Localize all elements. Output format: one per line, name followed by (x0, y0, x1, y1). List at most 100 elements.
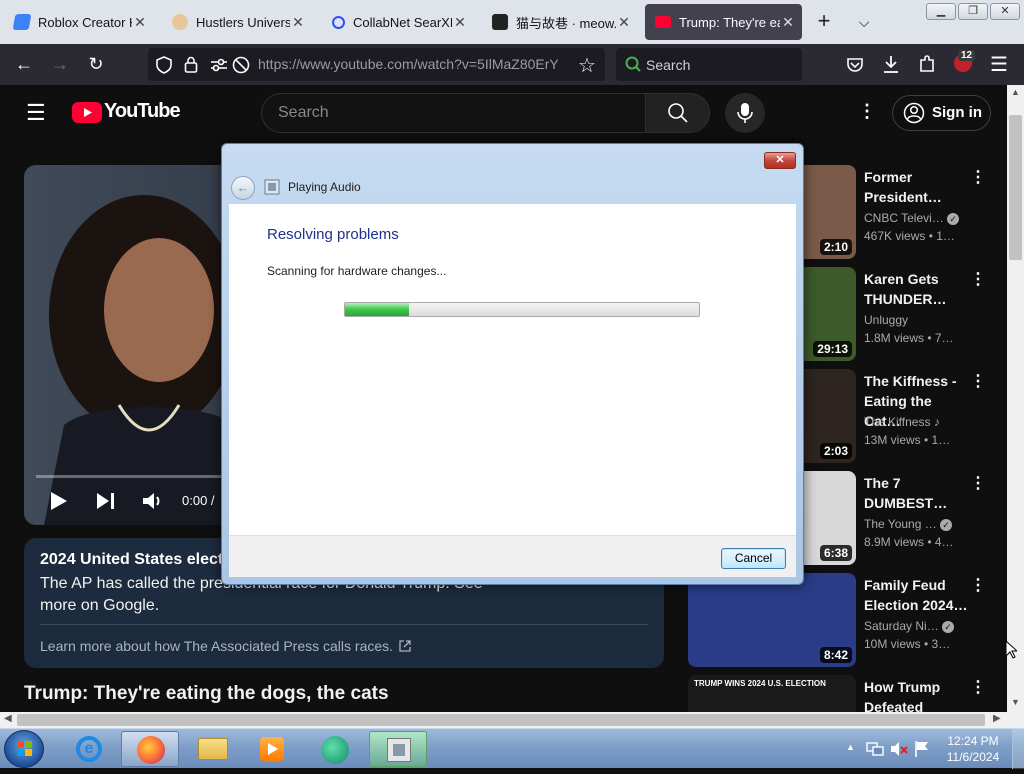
learn-more-link[interactable]: Learn more about how The Associated Pres… (40, 638, 393, 654)
scrollbar-thumb[interactable] (1009, 115, 1022, 260)
list-tabs-chevron-icon[interactable]: ⌵ (852, 10, 876, 34)
voice-search-button[interactable] (725, 93, 765, 133)
horizontal-scrollbar[interactable]: ◀ ▶ (0, 712, 1007, 728)
pocket-icon[interactable] (846, 56, 864, 74)
vertical-scrollbar[interactable]: ▲ ▼ (1007, 85, 1024, 712)
scroll-down-arrow-icon[interactable]: ▼ (1011, 697, 1020, 707)
play-icon[interactable] (50, 491, 68, 511)
youtube-search-button[interactable] (645, 93, 710, 133)
taskbar-firefox[interactable] (121, 731, 179, 767)
url-text[interactable]: https://www.youtube.com/watch?v=5IlMaZ80… (258, 56, 558, 72)
forward-arrow-icon[interactable]: → (44, 44, 76, 85)
youtube-logo-text[interactable]: YouTube (104, 100, 181, 123)
scrollbar-thumb[interactable] (17, 714, 985, 726)
close-icon[interactable]: ✕ (290, 14, 306, 31)
tab-roblox[interactable]: Roblox Creator Hub ✕ (4, 4, 154, 40)
bookmark-star-icon[interactable]: ☆ (578, 53, 596, 78)
hamburger-menu-icon[interactable]: ☰ (26, 102, 46, 124)
back-arrow-icon[interactable]: ← (8, 44, 40, 85)
network-icon[interactable] (866, 741, 884, 757)
video-duration: 2:10 (819, 239, 852, 255)
youtube-search-input[interactable]: Search (261, 93, 646, 133)
more-actions-icon[interactable]: ⋮ (970, 677, 986, 697)
restore-button[interactable]: ❐ (958, 3, 988, 20)
taskbar-troubleshooter[interactable] (369, 731, 427, 767)
cancel-button[interactable]: Cancel (721, 548, 786, 569)
close-icon[interactable]: ✕ (132, 14, 148, 31)
recommended-video[interactable]: TRUMP WINS 2024 U.S. ELECTION How Trump D… (688, 675, 988, 712)
start-button[interactable] (4, 730, 44, 768)
tab-meow[interactable]: 猫与故巷 · meow.ca ✕ (482, 4, 638, 40)
minimize-button[interactable]: ▁ (926, 3, 956, 20)
scroll-up-arrow-icon[interactable]: ▲ (1011, 87, 1020, 97)
video-meta: 467K views • 1… (864, 229, 955, 243)
sign-in-button[interactable]: Sign in (892, 95, 991, 131)
download-icon[interactable] (882, 55, 900, 74)
taskbar-media-player[interactable] (244, 731, 302, 767)
channel-name[interactable]: Unluggy (864, 313, 964, 327)
autoplay-blocked-icon[interactable] (232, 56, 250, 74)
show-desktop-button[interactable] (1012, 729, 1024, 769)
close-icon[interactable]: ✕ (616, 14, 632, 31)
tab-hustlers[interactable]: Hustlers University ✕ (162, 4, 312, 40)
channel-name[interactable]: The Young … ✓ (864, 517, 964, 531)
next-icon[interactable] (96, 492, 116, 510)
menu-icon[interactable]: ☰ (990, 52, 1008, 77)
video-thumbnail[interactable]: TRUMP WINS 2024 U.S. ELECTION (688, 675, 856, 712)
channel-name[interactable]: Saturday Ni… ✓ (864, 619, 964, 633)
video-duration: 2:03 (819, 443, 852, 459)
more-actions-icon[interactable]: ⋮ (970, 167, 986, 187)
video-title[interactable]: Former President… (864, 167, 968, 207)
scroll-right-arrow-icon[interactable]: ▶ (993, 713, 1001, 724)
video-thumbnail[interactable]: 8:42 (688, 573, 856, 667)
video-meta: 13M views • 1… (864, 433, 951, 447)
youtube-logo-icon[interactable] (72, 102, 102, 123)
account-icon (903, 102, 925, 124)
reload-icon[interactable]: ↻ (80, 44, 112, 85)
progress-track[interactable] (36, 475, 226, 478)
more-actions-icon[interactable]: ⋮ (970, 473, 986, 493)
video-duration: 29:13 (813, 341, 852, 357)
back-arrow-icon[interactable]: ← (231, 176, 255, 200)
more-options-icon[interactable]: ⋮ (858, 101, 876, 122)
lock-icon[interactable] (184, 56, 198, 73)
more-actions-icon[interactable]: ⋮ (970, 269, 986, 289)
volume-muted-icon[interactable] (890, 741, 908, 757)
new-tab-button[interactable]: + (812, 10, 836, 34)
search-engine-icon[interactable] (624, 56, 642, 74)
scroll-left-arrow-icon[interactable]: ◀ (4, 713, 12, 724)
microphone-icon (737, 103, 753, 123)
extensions-icon[interactable] (918, 55, 936, 73)
taskbar-explorer[interactable] (184, 731, 242, 767)
shield-icon[interactable] (156, 56, 172, 74)
volume-icon[interactable] (142, 491, 164, 511)
more-actions-icon[interactable]: ⋮ (970, 575, 986, 595)
action-center-flag-icon[interactable] (914, 740, 930, 758)
verified-badge-icon: ✓ (947, 213, 960, 225)
clock[interactable]: 12:24 PM 11/6/2024 (940, 733, 1006, 765)
taskbar-app[interactable] (306, 731, 364, 767)
music-note-icon: ♪ (933, 415, 940, 429)
video-title[interactable]: Karen Gets THUNDER… (864, 269, 968, 309)
windows-logo-icon (17, 741, 32, 756)
tab-searxng[interactable]: CollabNet SearXNG ✕ (322, 4, 474, 40)
permissions-icon[interactable] (210, 57, 228, 73)
video-title[interactable]: The 7 DUMBEST… (864, 473, 968, 513)
browser-search-box[interactable] (616, 48, 802, 81)
close-window-button[interactable]: ✕ (990, 3, 1020, 20)
external-link-icon[interactable] (398, 639, 412, 653)
more-actions-icon[interactable]: ⋮ (970, 371, 986, 391)
video-title[interactable]: How Trump Defeated Harr… (864, 677, 968, 712)
close-icon[interactable]: ✕ (452, 14, 468, 31)
taskbar-internet-explorer[interactable]: e (60, 731, 118, 767)
show-hidden-icons-chevron-icon[interactable]: ▲ (846, 742, 855, 752)
channel-name[interactable]: The Kiffness ♪ (864, 415, 964, 429)
video-title[interactable]: Family Feud Election 2024… (864, 575, 968, 615)
recommended-video[interactable]: 8:42 Family Feud Election 2024… Saturday N… (688, 573, 988, 669)
dialog-close-button[interactable]: ✕ (764, 152, 796, 169)
tab-label: Hustlers University (196, 14, 290, 30)
close-icon[interactable]: ✕ (780, 14, 796, 31)
channel-name[interactable]: CNBC Televi… ✓ (864, 211, 964, 225)
tab-youtube[interactable]: Trump: They're eati ✕ (645, 4, 802, 40)
clock-date: 11/6/2024 (946, 750, 1000, 764)
